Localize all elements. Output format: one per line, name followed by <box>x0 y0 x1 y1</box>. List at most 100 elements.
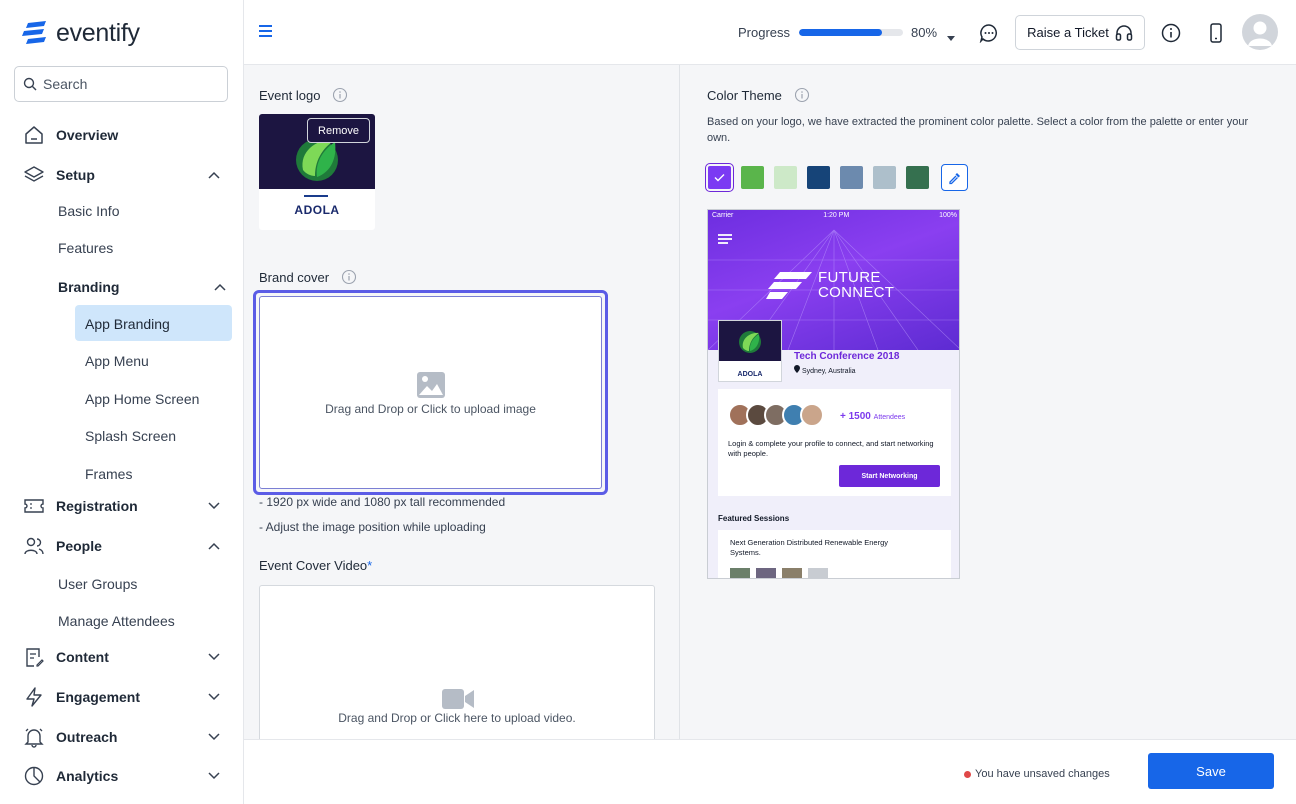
nav-manage-attendees[interactable]: Manage Attendees <box>58 612 228 630</box>
chevron-down-icon[interactable] <box>206 729 222 745</box>
chevron-up-icon[interactable] <box>212 279 228 295</box>
nav-branding[interactable]: Branding <box>58 278 228 296</box>
phone-status-bar: Carrier 1:20 PM 100% <box>712 212 957 219</box>
nav-frames[interactable]: Frames <box>85 465 235 483</box>
chevron-down-icon[interactable] <box>206 649 222 665</box>
panel-divider <box>679 65 680 739</box>
nav-frames-label: Frames <box>85 466 133 482</box>
phone-networking-card: + 1500 Attendees Login & complete your p… <box>718 389 951 496</box>
networking-copy: Login & complete your profile to connect… <box>728 439 934 458</box>
future-connect-mark-icon <box>766 272 812 299</box>
user-avatar[interactable] <box>1242 14 1278 50</box>
speaker-thumbnail <box>808 568 828 578</box>
attendee-count-number: + 1500 <box>840 411 871 422</box>
event-cover-video-title: Event Cover Video <box>259 558 368 573</box>
pie-chart-icon <box>22 764 46 788</box>
color-picker-button[interactable] <box>941 164 968 191</box>
nav-basic-info[interactable]: Basic Info <box>58 202 228 220</box>
users-icon <box>22 534 46 558</box>
nav-outreach[interactable]: Outreach <box>22 725 222 749</box>
nav-people[interactable]: People <box>22 534 222 558</box>
nav-branding-label: Branding <box>58 279 120 295</box>
nav-user-groups-label: User Groups <box>58 576 138 592</box>
cover-video-dropzone[interactable]: Drag and Drop or Click here to upload vi… <box>259 585 655 745</box>
progress-label: Progress <box>738 25 791 40</box>
raise-ticket-button[interactable]: Raise a Ticket <box>1015 15 1145 50</box>
save-button[interactable]: Save <box>1148 753 1274 789</box>
top-bar: Progress 80% Raise a Ticket <box>244 0 1296 65</box>
nav-user-groups[interactable]: User Groups <box>58 575 228 593</box>
caret-down-icon[interactable] <box>946 29 956 47</box>
color-swatch[interactable] <box>741 166 764 189</box>
color-swatch[interactable] <box>840 166 863 189</box>
nav-outreach-label: Outreach <box>56 729 118 745</box>
remove-logo-button[interactable]: Remove <box>307 118 370 143</box>
app-name: eventify <box>56 19 140 47</box>
nav-engagement[interactable]: Engagement <box>22 685 222 709</box>
brand-cover-heading: Brand cover <box>259 269 357 285</box>
nav-setup-label: Setup <box>56 167 95 183</box>
cover-hint-adjust: - Adjust the image position while upload… <box>259 520 486 534</box>
chevron-up-icon[interactable] <box>206 538 222 554</box>
attendee-count-label: Attendees <box>873 414 906 421</box>
color-swatch[interactable] <box>774 166 797 189</box>
color-swatch[interactable] <box>705 163 734 192</box>
nav-content-label: Content <box>56 649 109 665</box>
brand-line-2: CONNECT <box>818 284 895 301</box>
nav-splash-screen[interactable]: Splash Screen <box>85 427 235 445</box>
color-swatch[interactable] <box>906 166 929 189</box>
search-input[interactable] <box>43 76 213 92</box>
event-cover-video-heading: Event Cover Video * <box>259 558 372 573</box>
color-swatch[interactable] <box>807 166 830 189</box>
progress-bar <box>799 29 903 36</box>
chat-icon[interactable] <box>977 21 1001 45</box>
nav-analytics[interactable]: Analytics <box>22 764 222 788</box>
chevron-down-icon[interactable] <box>206 498 222 514</box>
eventify-logo-icon <box>22 20 46 44</box>
info-icon[interactable] <box>794 87 810 103</box>
info-icon[interactable] <box>332 87 348 103</box>
chevron-up-icon[interactable] <box>206 167 222 183</box>
progress-bar-fill <box>799 29 883 36</box>
menu-toggle-icon[interactable] <box>258 24 274 43</box>
location-pin-icon <box>794 365 800 373</box>
sidebar: eventify Overview Setup Basic Info Featu… <box>0 0 244 804</box>
nav-features[interactable]: Features <box>58 239 228 257</box>
info-icon[interactable] <box>1159 21 1183 45</box>
cover-hint-size: - 1920 px wide and 1080 px tall recommen… <box>259 495 506 509</box>
start-networking-button: Start Networking <box>839 465 940 487</box>
nav-app-menu[interactable]: App Menu <box>85 352 235 370</box>
nav-content[interactable]: Content <box>22 645 222 669</box>
nav-app-menu-label: App Menu <box>85 353 149 369</box>
required-asterisk: * <box>367 558 373 573</box>
logo-wordmark: ADOLA <box>294 203 340 217</box>
image-icon <box>417 372 445 398</box>
footer-bar: You have unsaved changes Save <box>244 739 1296 804</box>
nav-app-home-screen[interactable]: App Home Screen <box>85 390 235 408</box>
nav-overview-label: Overview <box>56 127 119 143</box>
color-theme-description: Based on your logo, we have extracted th… <box>707 116 1249 144</box>
chevron-down-icon[interactable] <box>206 689 222 705</box>
chevron-down-icon[interactable] <box>206 768 222 784</box>
app-logo[interactable]: eventify <box>22 19 140 48</box>
color-swatch[interactable] <box>873 166 896 189</box>
phone-menu-icon <box>718 234 732 244</box>
event-logo-preview: Remove ADOLA <box>259 114 375 230</box>
phone-event-logo: ADOLA <box>718 320 782 382</box>
lightning-icon <box>22 685 46 709</box>
mobile-preview-icon[interactable] <box>1204 21 1228 45</box>
event-logo-title: Event logo <box>259 87 321 103</box>
brand-cover-title: Brand cover <box>259 269 330 285</box>
event-logo-heading: Event logo <box>259 87 348 103</box>
video-camera-icon <box>442 689 474 709</box>
session-title: Next Generation Distributed Renewable En… <box>730 538 889 557</box>
speaker-thumbnail <box>730 568 750 578</box>
nav-registration-label: Registration <box>56 498 138 514</box>
nav-registration[interactable]: Registration <box>22 494 222 518</box>
info-icon[interactable] <box>341 269 357 285</box>
nav-setup[interactable]: Setup <box>22 163 222 187</box>
nav-app-branding[interactable]: App Branding <box>85 315 235 333</box>
brand-cover-dropzone[interactable]: Drag and Drop or Click to upload image <box>259 296 602 489</box>
nav-overview[interactable]: Overview <box>22 123 222 147</box>
search-box[interactable] <box>14 66 228 102</box>
